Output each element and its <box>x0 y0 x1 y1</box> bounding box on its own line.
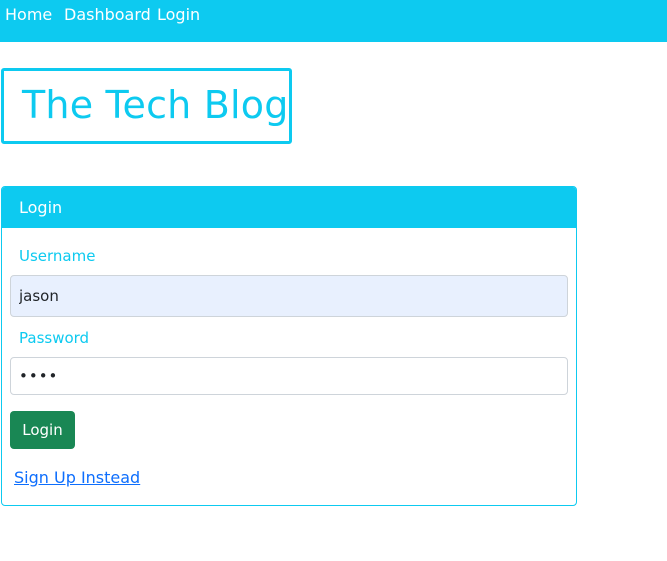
site-title-box: The Tech Blog <box>1 68 292 144</box>
site-title: The Tech Blog <box>22 83 289 127</box>
password-label: Password <box>19 329 90 347</box>
login-card-title: Login <box>19 198 63 217</box>
nav-link-login[interactable]: Login <box>157 5 200 24</box>
login-card-header: Login <box>2 187 576 228</box>
username-label: Username <box>19 247 96 265</box>
password-input[interactable] <box>10 357 568 395</box>
nav-link-home[interactable]: Home <box>5 5 52 24</box>
login-card: Login Username Password Login Sign Up In… <box>1 186 577 506</box>
login-button[interactable]: Login <box>10 411 75 449</box>
username-input[interactable] <box>10 275 568 317</box>
sign-up-link[interactable]: Sign Up Instead <box>14 468 140 487</box>
nav-link-dashboard[interactable]: Dashboard <box>64 5 151 24</box>
top-navbar: Home Dashboard Login <box>0 0 667 42</box>
